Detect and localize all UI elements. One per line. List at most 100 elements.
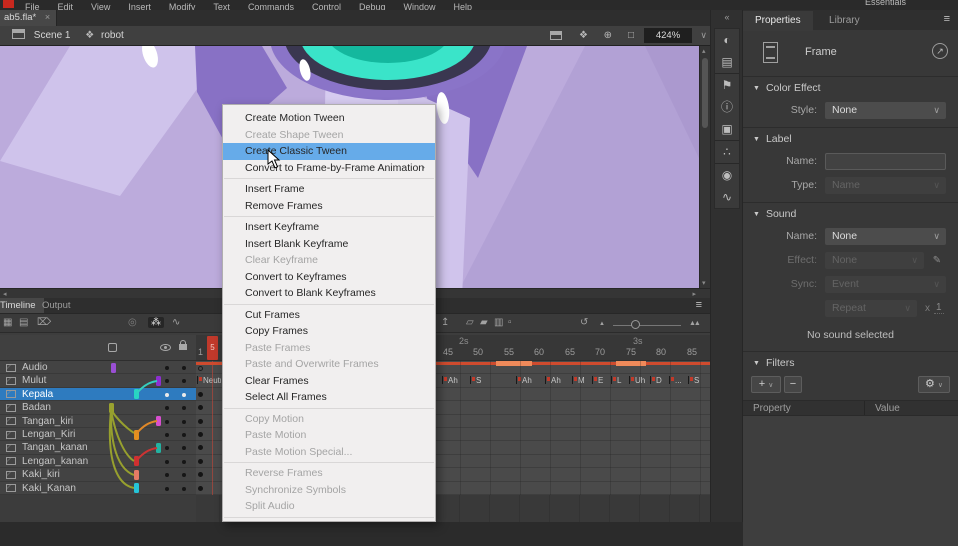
parent-marker[interactable] bbox=[156, 443, 161, 453]
menu-file[interactable]: File bbox=[25, 2, 40, 10]
collapse-panels-icon[interactable]: « bbox=[711, 12, 743, 22]
graph-view-icon[interactable]: ∿ bbox=[172, 317, 180, 328]
breadcrumb-symbol[interactable]: robot bbox=[101, 30, 124, 41]
menu-modify[interactable]: Modify bbox=[169, 2, 196, 10]
menu-item-convert-to-blank-keyframes[interactable]: Convert to Blank Keyframes bbox=[223, 285, 435, 302]
scroll-down-icon[interactable]: ▾ bbox=[702, 279, 706, 287]
parent-marker[interactable] bbox=[134, 483, 139, 493]
help-link-icon[interactable]: ↗ bbox=[932, 43, 948, 59]
menu-item-convert-frame-by-frame[interactable]: Convert to Frame-by-Frame Animation › bbox=[223, 160, 435, 177]
scroll-up-icon[interactable]: ▴ bbox=[702, 47, 706, 55]
new-layer-icon[interactable]: ▦ bbox=[3, 317, 12, 328]
edit-sound-envelope-icon[interactable]: ✎ bbox=[928, 252, 946, 269]
menu-insert[interactable]: Insert bbox=[128, 2, 151, 10]
clip-content-icon[interactable]: □ bbox=[628, 30, 634, 41]
visibility-dot[interactable] bbox=[165, 379, 169, 383]
lock-dot[interactable] bbox=[182, 420, 186, 424]
menu-commands[interactable]: Commands bbox=[248, 2, 294, 10]
parent-view-icon[interactable]: ⁂ bbox=[148, 317, 164, 328]
export-frames-icon[interactable]: ↥ bbox=[441, 317, 449, 328]
zoom-level-field[interactable]: 424% bbox=[644, 28, 692, 43]
tab-library[interactable]: Library bbox=[817, 11, 872, 31]
menu-item-create-motion-tween[interactable]: Create Motion Tween bbox=[223, 110, 435, 127]
frame-zoom-slider[interactable] bbox=[613, 325, 681, 326]
lock-dot[interactable] bbox=[182, 487, 186, 491]
camera-icon[interactable]: ◎ bbox=[128, 317, 137, 328]
lock-dot[interactable] bbox=[182, 393, 186, 397]
eye-icon[interactable] bbox=[160, 344, 171, 351]
close-icon[interactable]: × bbox=[45, 12, 50, 22]
lock-dot[interactable] bbox=[182, 460, 186, 464]
scroll-left-icon[interactable]: ◂ bbox=[3, 290, 7, 298]
label-header[interactable]: ▼Label bbox=[743, 128, 958, 148]
menu-item-clear-frames[interactable]: Clear Frames bbox=[223, 373, 435, 390]
visibility-dot[interactable] bbox=[165, 420, 169, 424]
swatches-panel-icon[interactable]: ◐ bbox=[715, 29, 739, 51]
brushes-panel-icon[interactable]: ∴ bbox=[715, 141, 739, 163]
menu-item-insert-keyframe[interactable]: Insert Keyframe bbox=[223, 219, 435, 236]
visibility-dot[interactable] bbox=[165, 406, 169, 410]
frames-panel-icon[interactable]: ▤ bbox=[715, 51, 739, 73]
visibility-dot[interactable] bbox=[165, 393, 169, 397]
lock-icon[interactable] bbox=[179, 344, 187, 350]
menu-text[interactable]: Text bbox=[213, 2, 230, 10]
sound-name-dropdown[interactable]: None ∨ bbox=[825, 228, 946, 245]
delete-layer-icon[interactable]: ⌦ bbox=[37, 317, 51, 328]
menu-item-remove-frames[interactable]: Remove Frames bbox=[223, 198, 435, 215]
lock-dot[interactable] bbox=[182, 379, 186, 383]
center-stage-icon[interactable]: ⊕ bbox=[604, 30, 612, 41]
onion-skin-icon[interactable]: ▱ bbox=[466, 317, 474, 328]
visibility-dot[interactable] bbox=[165, 473, 169, 477]
zoom-in-frames-icon[interactable]: ▲▲ bbox=[689, 320, 699, 327]
info-panel-icon[interactable]: ⓘ bbox=[715, 96, 739, 118]
menu-control[interactable]: Control bbox=[312, 2, 341, 10]
menu-item-select-all-frames[interactable]: Select All Frames bbox=[223, 389, 435, 406]
style-dropdown[interactable]: None ∨ bbox=[825, 102, 946, 119]
transform-panel-icon[interactable]: ▣ bbox=[715, 118, 739, 140]
add-filter-button[interactable]: + ∨ bbox=[751, 376, 781, 393]
document-tab[interactable]: ab5.fla* × bbox=[0, 10, 57, 26]
remove-filter-button[interactable]: − bbox=[784, 376, 802, 393]
menu-edit[interactable]: Edit bbox=[58, 2, 74, 10]
menu-view[interactable]: View bbox=[91, 2, 110, 10]
parent-marker[interactable] bbox=[109, 403, 114, 413]
onion-range-icon[interactable]: ▫ bbox=[508, 317, 512, 328]
color-effect-header[interactable]: ▼Color Effect bbox=[743, 77, 958, 97]
visibility-dot[interactable] bbox=[165, 446, 169, 450]
scroll-right-icon[interactable]: ▸ bbox=[692, 290, 696, 298]
parent-marker[interactable] bbox=[134, 389, 139, 399]
align-panel-icon[interactable]: ⚑ bbox=[715, 74, 739, 96]
menu-item-insert-blank-keyframe[interactable]: Insert Blank Keyframe bbox=[223, 236, 435, 253]
cc-libraries-panel-icon[interactable]: ◉ bbox=[715, 164, 739, 186]
panel-menu-icon[interactable]: ≡ bbox=[944, 13, 950, 25]
frame-name-input[interactable] bbox=[825, 153, 946, 170]
zoom-out-frames-icon[interactable]: ▲ bbox=[599, 321, 605, 327]
parent-marker[interactable] bbox=[156, 376, 161, 386]
menu-item-create-classic-tween[interactable]: Create Classic Tween bbox=[223, 143, 435, 160]
new-folder-icon[interactable]: ▤ bbox=[19, 317, 28, 328]
stage-vertical-scrollbar[interactable]: ▴ ▾ bbox=[699, 46, 710, 288]
frame-zoom-knob[interactable] bbox=[631, 320, 640, 329]
edit-multiple-frames-icon[interactable]: ▥ bbox=[494, 317, 503, 328]
lock-dot[interactable] bbox=[182, 366, 186, 370]
sound-header[interactable]: ▼Sound bbox=[743, 203, 958, 223]
reset-zoom-icon[interactable]: ↺ bbox=[580, 317, 588, 328]
lock-dot[interactable] bbox=[182, 473, 186, 477]
parent-marker[interactable] bbox=[134, 456, 139, 466]
parent-marker[interactable] bbox=[156, 416, 161, 426]
workspace-switcher[interactable]: Essentials bbox=[865, 0, 906, 7]
playhead[interactable]: 5 bbox=[207, 336, 218, 360]
filter-options-button[interactable]: ⚙ ∨ bbox=[918, 376, 950, 393]
breadcrumb-scene[interactable]: Scene 1 bbox=[34, 30, 71, 41]
motion-editor-panel-icon[interactable]: ∿ bbox=[715, 186, 739, 208]
menu-item-cut-frames[interactable]: Cut Frames bbox=[223, 307, 435, 324]
parent-marker[interactable] bbox=[134, 470, 139, 480]
zoom-dropdown-caret[interactable]: ∨ bbox=[700, 30, 707, 41]
menu-item-copy-frames[interactable]: Copy Frames bbox=[223, 323, 435, 340]
tab-properties[interactable]: Properties bbox=[743, 11, 813, 31]
parent-marker[interactable] bbox=[111, 363, 116, 373]
edit-scene-icon[interactable] bbox=[550, 31, 562, 42]
parent-marker[interactable] bbox=[134, 430, 139, 440]
visibility-dot[interactable] bbox=[165, 366, 169, 370]
visibility-dot[interactable] bbox=[165, 460, 169, 464]
